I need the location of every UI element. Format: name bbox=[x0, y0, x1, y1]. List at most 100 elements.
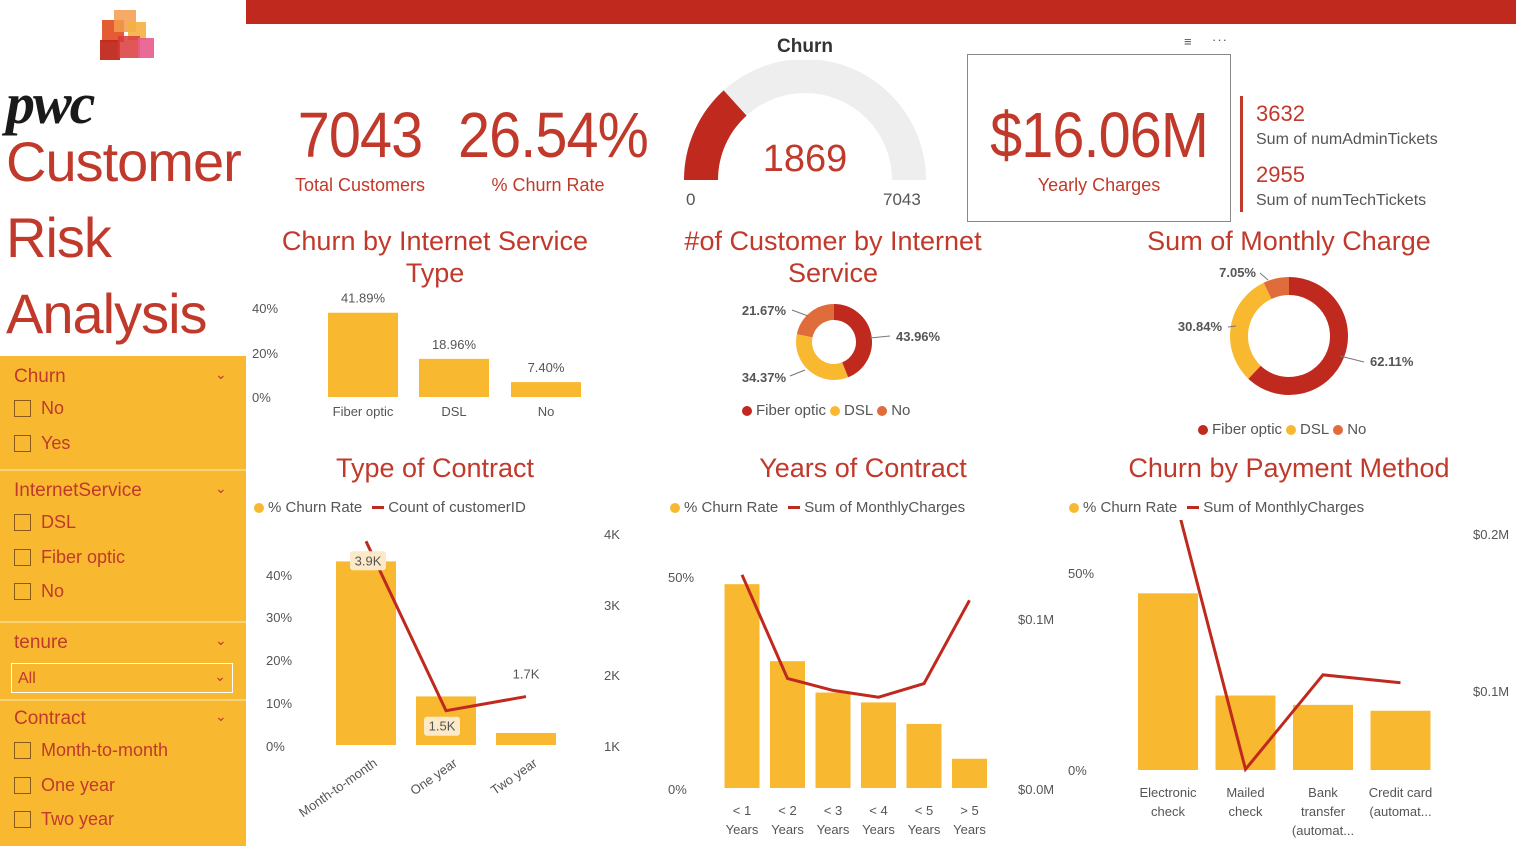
more-options-icon[interactable]: ··· bbox=[1212, 32, 1228, 47]
legend: % Churn Rate Sum of MonthlyCharges bbox=[670, 499, 965, 516]
y-tick-label: 0% bbox=[252, 390, 271, 405]
y2-tick-label: $0.0M bbox=[1018, 782, 1054, 797]
x-tick-label: (automat... bbox=[1292, 823, 1354, 838]
leader-line bbox=[1259, 272, 1269, 281]
data-label: 18.96% bbox=[432, 337, 477, 352]
chart-title-payment: Churn by Payment Method bbox=[1128, 453, 1450, 483]
page-title-line-2: Risk bbox=[6, 206, 112, 269]
x-tick-label: Mailed bbox=[1226, 785, 1264, 800]
bar bbox=[906, 723, 942, 788]
x-tick-label: One year bbox=[407, 755, 460, 798]
chevron-down-icon[interactable]: ⌄ bbox=[215, 708, 227, 725]
y2-tick-label: 3K bbox=[604, 598, 620, 613]
churn-internet-chart: 40% 20% 0% 41.89% Fiber optic 18.96% DSL 7.40% N… bbox=[252, 291, 581, 419]
yearly-charges-label: Yearly Charges bbox=[1037, 175, 1161, 195]
contract-option-two-year[interactable]: Two year bbox=[14, 809, 114, 830]
x-tick-label: Years bbox=[862, 822, 895, 837]
internet-option-no[interactable]: No bbox=[14, 581, 64, 602]
y2-tick-label: $0.1M bbox=[1473, 684, 1509, 699]
leader-line bbox=[791, 309, 809, 317]
bar bbox=[496, 732, 556, 745]
data-label: 30.84% bbox=[1178, 319, 1223, 334]
x-tick-label: Years bbox=[726, 822, 759, 837]
churn-rate-value: 26.54% bbox=[458, 99, 649, 171]
x-tick-label: > 5 bbox=[960, 803, 978, 818]
y-tick-label: 20% bbox=[266, 653, 292, 668]
filter-icon[interactable]: ≡ bbox=[1184, 34, 1192, 49]
gauge-value: 1869 bbox=[762, 138, 848, 180]
y-tick-label: 50% bbox=[668, 570, 694, 585]
y-tick-label: 20% bbox=[252, 346, 278, 361]
chevron-down-icon: ⌄ bbox=[214, 668, 226, 684]
bar bbox=[419, 358, 489, 397]
y2-tick-label: $0.1M bbox=[1018, 612, 1054, 627]
tech-tickets-value: 2955 bbox=[1256, 162, 1305, 187]
tenure-dropdown[interactable]: All ⌄ bbox=[11, 663, 233, 693]
tenure-slicer-header: tenure bbox=[14, 632, 68, 653]
donut-slice bbox=[796, 304, 835, 338]
leader-line bbox=[869, 335, 891, 339]
checkbox[interactable] bbox=[14, 583, 31, 600]
y2-tick-label: 2K bbox=[604, 668, 620, 683]
x-tick-label: < 1 bbox=[733, 803, 751, 818]
churn-option-no[interactable]: No bbox=[14, 398, 64, 419]
years-chart: 50% 0% $0.1M $0.0M < 1 Years < 2 Years < 3 Years <… bbox=[668, 570, 1054, 837]
x-tick-label: Years bbox=[817, 822, 850, 837]
gauge-min: 0 bbox=[686, 190, 696, 209]
chart-title-monthly-charge: Sum of Monthly Charge bbox=[1147, 226, 1431, 256]
admin-tickets-value: 3632 bbox=[1256, 101, 1305, 126]
data-label: 41.89% bbox=[341, 291, 386, 306]
donut-slice bbox=[796, 334, 849, 380]
leader-line bbox=[1339, 355, 1365, 363]
y-tick-label: 40% bbox=[252, 301, 278, 316]
x-tick-label: transfer bbox=[1301, 804, 1346, 819]
chart-title-years: Years of Contract bbox=[759, 453, 967, 483]
contract-slicer-header: Contract bbox=[14, 708, 86, 729]
checkbox[interactable] bbox=[14, 549, 31, 566]
donut-slice bbox=[1230, 282, 1272, 379]
checkbox[interactable] bbox=[14, 435, 31, 452]
churn-option-yes[interactable]: Yes bbox=[14, 433, 70, 454]
internet-slicer-header: InternetService bbox=[14, 480, 142, 501]
bar bbox=[328, 312, 398, 397]
x-tick-label: check bbox=[1229, 804, 1263, 819]
churn-rate-label: % Churn Rate bbox=[491, 175, 605, 195]
contract-chart: 40% 30% 20% 10% 0% 4K 3K 2K 1K 3.9K 1.5K 1.7K Month-… bbox=[266, 527, 620, 820]
x-tick-label: check bbox=[1151, 804, 1185, 819]
chevron-down-icon[interactable]: ⌄ bbox=[215, 366, 227, 383]
yearly-charges-value: $16.06M bbox=[990, 99, 1209, 171]
chevron-down-icon[interactable]: ⌄ bbox=[215, 632, 227, 649]
y-tick-label: 0% bbox=[668, 782, 687, 797]
checkbox[interactable] bbox=[14, 777, 31, 794]
bar bbox=[1370, 710, 1431, 770]
gauge-title: Churn bbox=[777, 36, 833, 57]
y-tick-label: 10% bbox=[266, 696, 292, 711]
divider bbox=[0, 699, 246, 701]
x-tick-label: Years bbox=[953, 822, 986, 837]
checkbox[interactable] bbox=[14, 742, 31, 759]
x-tick-label: Two year bbox=[488, 755, 540, 798]
internet-option-dsl[interactable]: DSL bbox=[14, 512, 76, 533]
divider bbox=[1240, 96, 1243, 212]
chart-title-contract: Type of Contract bbox=[335, 453, 535, 483]
bar bbox=[724, 584, 760, 788]
divider bbox=[0, 621, 246, 623]
checkbox[interactable] bbox=[14, 514, 31, 531]
x-tick-label: Fiber optic bbox=[333, 404, 394, 419]
checkbox[interactable] bbox=[14, 400, 31, 417]
bar bbox=[1293, 704, 1353, 770]
contract-option-one-year[interactable]: One year bbox=[14, 775, 115, 796]
checkbox[interactable] bbox=[14, 811, 31, 828]
y2-tick-label: $0.2M bbox=[1473, 527, 1509, 542]
legend: Fiber optic DSL No bbox=[1198, 421, 1366, 438]
x-tick-label: Month-to-month bbox=[296, 755, 380, 820]
contract-option-month[interactable]: Month-to-month bbox=[14, 740, 168, 761]
chevron-down-icon[interactable]: ⌄ bbox=[215, 480, 227, 497]
x-tick-label: Bank bbox=[1308, 785, 1338, 800]
monthly-charge-donut: 62.11% 30.84% 7.05% bbox=[1178, 265, 1414, 395]
top-accent-bar bbox=[246, 0, 1516, 24]
chart-title-cust-internet: #of Customer by Internet Service bbox=[684, 226, 982, 288]
page-title-line-1: Customer bbox=[6, 130, 242, 193]
internet-option-fiber[interactable]: Fiber optic bbox=[14, 547, 125, 568]
total-customers-value: 7043 bbox=[297, 99, 423, 171]
